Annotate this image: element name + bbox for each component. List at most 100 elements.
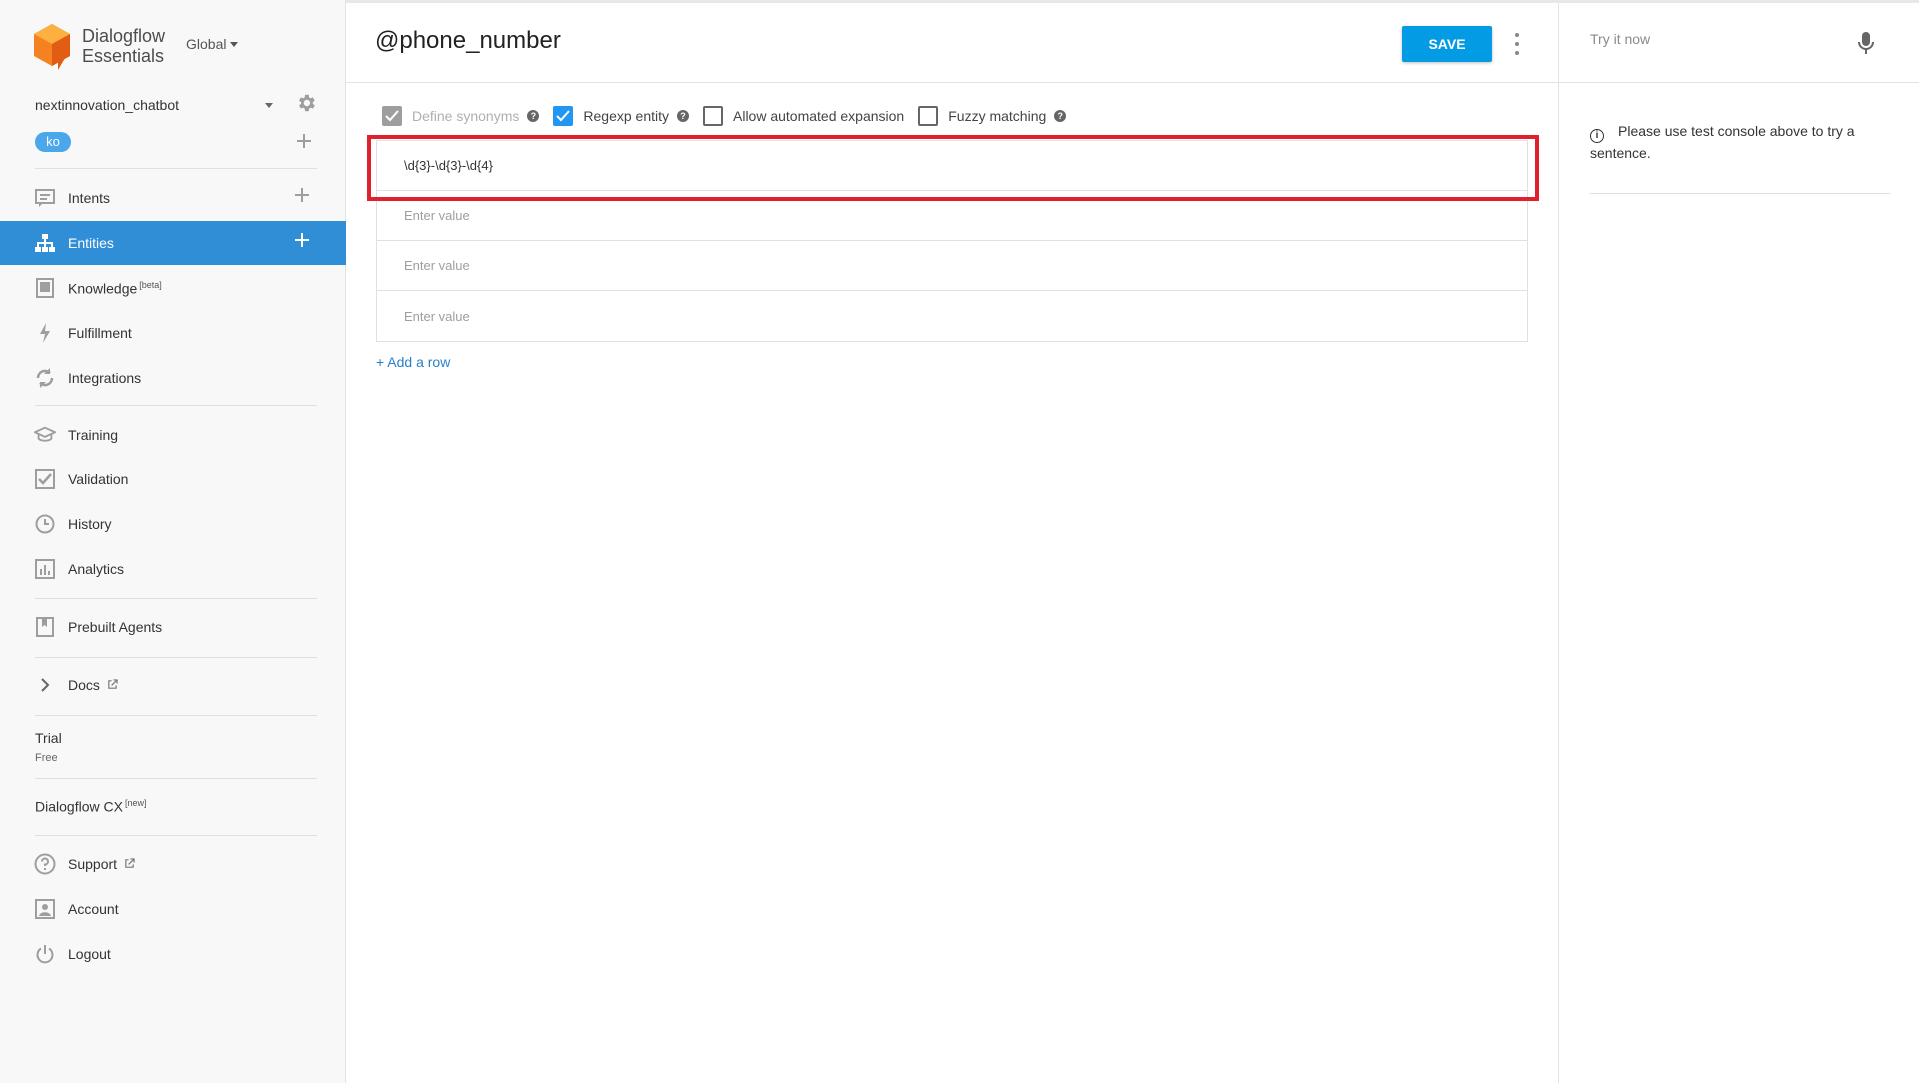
divider	[35, 778, 317, 779]
nav-fulfillment-label: Fulfillment	[68, 325, 132, 341]
add-row-link[interactable]: + Add a row	[376, 354, 450, 370]
graduation-cap-icon	[34, 424, 56, 446]
agent-book-icon	[34, 616, 56, 638]
divider	[35, 657, 317, 658]
divider	[35, 405, 317, 406]
nav-docs-text: Docs	[68, 677, 100, 693]
nav-history-label: History	[68, 516, 112, 532]
nav-entities[interactable]: Entities	[0, 221, 346, 265]
regexp-entity-checkbox[interactable]	[553, 106, 574, 126]
trial-label: Trial	[35, 730, 62, 746]
allow-automated-expansion-checkbox[interactable]	[703, 106, 723, 126]
option-allow-automated-expansion: Allow automated expansion	[703, 106, 904, 126]
more-options-icon[interactable]	[1513, 33, 1521, 55]
divider	[1590, 193, 1890, 194]
nav-integrations[interactable]: Integrations	[0, 356, 346, 400]
brand[interactable]: Dialogflow Essentials	[32, 20, 165, 72]
nav-knowledge[interactable]: Knowledge [beta]	[0, 266, 346, 310]
agent-selector[interactable]: nextinnovation_chatbot	[35, 94, 317, 116]
divider	[35, 598, 317, 599]
help-icon	[34, 853, 56, 875]
nav-docs-label: Docs	[68, 677, 118, 693]
nav-training-label: Training	[68, 427, 119, 443]
nav-history[interactable]: History	[0, 502, 346, 546]
add-language-icon[interactable]	[297, 134, 311, 148]
dialogflow-logo-icon	[34, 24, 70, 70]
sidebar: Dialogflow Essentials Global nextinnovat…	[0, 0, 346, 1083]
entity-value-input[interactable]	[404, 308, 1504, 324]
gear-icon[interactable]	[295, 92, 317, 114]
regexp-entity-label: Regexp entity	[583, 108, 669, 124]
nav-intents[interactable]: Intents	[0, 176, 346, 220]
nav-analytics[interactable]: Analytics	[0, 547, 346, 591]
entity-options: Define synonyms ? Regexp entity ? Allow …	[382, 105, 1080, 127]
highlight-box	[367, 135, 1539, 201]
nav-prebuilt-agents-label: Prebuilt Agents	[68, 619, 163, 635]
sync-icon	[34, 367, 56, 389]
nav-fulfillment[interactable]: Fulfillment	[0, 311, 346, 355]
power-icon	[34, 943, 56, 965]
add-intent-button[interactable]	[295, 188, 315, 208]
save-button[interactable]: SAVE	[1402, 26, 1492, 62]
option-fuzzy-matching: Fuzzy matching ?	[918, 106, 1067, 126]
bolt-icon	[34, 322, 56, 344]
brand-line-1: Dialogflow	[82, 26, 166, 46]
nav-intents-label: Intents	[68, 190, 111, 206]
chat-icon	[34, 187, 56, 209]
entity-value-input[interactable]	[404, 258, 1504, 273]
agent-dropdown-icon[interactable]	[265, 103, 273, 108]
fuzzy-matching-checkbox[interactable]	[918, 106, 939, 126]
brand-line-2: Essentials	[82, 46, 165, 66]
entity-value-row	[377, 291, 1527, 341]
test-console-panel: iPlease use test console above to try a …	[1558, 3, 1919, 1083]
language-badge[interactable]: ko	[35, 132, 71, 152]
nav-docs[interactable]: Docs	[0, 663, 346, 707]
divider	[35, 835, 317, 836]
caret-down-icon	[230, 41, 239, 47]
account-box-icon	[34, 898, 56, 920]
dialogflow-cx-link[interactable]: Dialogflow CX [new]	[35, 798, 146, 815]
mic-icon[interactable]	[1857, 31, 1875, 55]
plus-icon	[295, 188, 309, 202]
nav-account[interactable]: Account	[0, 887, 346, 931]
external-link-icon	[108, 679, 118, 689]
try-it-now-input[interactable]	[1590, 31, 1850, 47]
add-entity-button[interactable]	[295, 233, 315, 253]
entity-value-input[interactable]	[404, 208, 1504, 223]
option-regexp-entity: Regexp entity ?	[553, 106, 689, 126]
option-define-synonyms: Define synonyms ?	[382, 106, 540, 126]
nav-knowledge-text: Knowledge	[68, 280, 138, 297]
nav-logout[interactable]: Logout	[0, 932, 346, 976]
help-icon[interactable]: ?	[1054, 110, 1067, 122]
test-console-info-text: Please use test console above to try a s…	[1590, 123, 1855, 161]
nav-support[interactable]: Support	[0, 842, 346, 886]
define-synonyms-checkbox	[382, 106, 402, 126]
nav-analytics-label: Analytics	[68, 561, 125, 577]
beta-tag: [beta]	[139, 279, 162, 290]
fuzzy-matching-label: Fuzzy matching	[948, 108, 1047, 124]
nav-validation[interactable]: Validation	[0, 457, 346, 501]
help-icon[interactable]: ?	[677, 110, 689, 122]
help-icon[interactable]: ?	[527, 110, 540, 122]
nav-logout-label: Logout	[68, 946, 111, 962]
nav-prebuilt-agents[interactable]: Prebuilt Agents	[0, 605, 346, 649]
info-icon: i	[1590, 129, 1604, 143]
nav-validation-label: Validation	[68, 471, 129, 487]
divider	[35, 715, 317, 716]
trial-status: Trial Free	[35, 730, 62, 764]
region-label: Global	[186, 36, 227, 52]
test-console-bar	[1559, 3, 1919, 83]
nav-knowledge-label: Knowledge [beta]	[68, 280, 162, 297]
nav-account-label: Account	[68, 901, 119, 917]
new-tag: [new]	[124, 798, 147, 808]
bar-chart-icon	[34, 558, 56, 580]
nav-training[interactable]: Training	[0, 413, 346, 457]
external-link-icon	[125, 858, 135, 868]
divider	[35, 168, 317, 169]
region-selector[interactable]: Global	[186, 36, 239, 52]
trial-plan: Free	[35, 752, 58, 764]
entity-title[interactable]: @phone_number	[375, 27, 561, 55]
entity-header: @phone_number SAVE	[346, 3, 1558, 83]
nav-support-label: Support	[68, 856, 135, 872]
brand-name: Dialogflow Essentials	[82, 26, 165, 66]
